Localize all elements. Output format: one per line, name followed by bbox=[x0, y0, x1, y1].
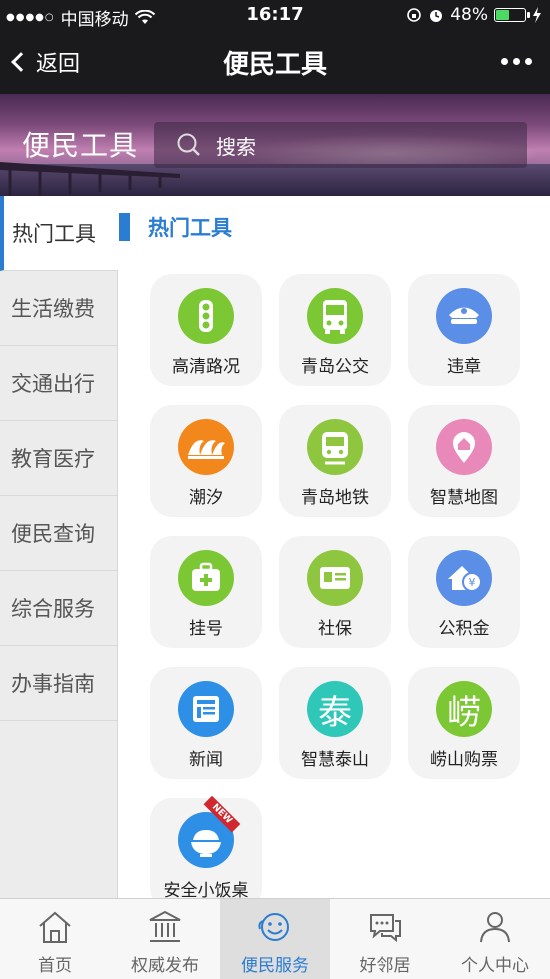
tool-tile-social-security[interactable]: 社保 bbox=[279, 536, 391, 648]
tab-public-services[interactable]: 便民服务 bbox=[220, 899, 330, 979]
sidebar-item-label: 生活缴费 bbox=[11, 297, 95, 321]
medical-kit-icon bbox=[178, 550, 234, 606]
tab-label: 便民服务 bbox=[241, 956, 309, 976]
tool-label: 公积金 bbox=[438, 619, 490, 639]
rice-bowl-icon: NEW bbox=[178, 795, 241, 868]
sidebar-item-label: 办事指南 bbox=[11, 672, 95, 696]
sidebar-item-label: 交通出行 bbox=[11, 372, 95, 396]
tool-tile-register[interactable]: 挂号 bbox=[150, 536, 262, 648]
tool-label: 社保 bbox=[318, 619, 352, 639]
charging-icon bbox=[533, 7, 541, 23]
tool-tile-safe-meal-table[interactable]: NEW 安全小饭桌 bbox=[150, 795, 262, 910]
search-icon bbox=[177, 133, 200, 156]
tab-good-neighbors[interactable]: 好邻居 bbox=[330, 899, 440, 979]
tab-label: 首页 bbox=[38, 956, 72, 976]
page-title: 便民工具 bbox=[222, 50, 327, 80]
nav-bar: 返回 便民工具 bbox=[0, 30, 550, 94]
section-accent-bar bbox=[119, 213, 130, 241]
tab-home[interactable]: 首页 bbox=[0, 899, 110, 979]
battery-level bbox=[496, 10, 509, 20]
traffic-light-icon bbox=[178, 288, 234, 344]
tool-tile-housing-fund[interactable]: ¥ 公积金 bbox=[408, 536, 520, 648]
tool-tile-tide[interactable]: 潮汐 bbox=[150, 405, 262, 517]
tai-glyph-icon: 泰 bbox=[307, 681, 363, 737]
sidebar-item-label: 教育医疗 bbox=[11, 447, 95, 471]
orientation-lock-icon bbox=[407, 8, 422, 22]
sidebar-item-living-payment[interactable]: 生活缴费 bbox=[0, 271, 117, 346]
tools-panel: 热门工具 高清路况 青岛公交 违章 潮汐 青岛地铁 智慧地图 挂号 社保 ¥ 公… bbox=[119, 196, 550, 910]
tool-tile-violation[interactable]: 违章 bbox=[408, 274, 520, 386]
tool-tile-traffic[interactable]: 高清路况 bbox=[150, 274, 262, 386]
tool-label: 青岛地铁 bbox=[301, 488, 369, 508]
tab-label: 好邻居 bbox=[359, 956, 411, 976]
category-sidebar: 热门工具 生活缴费 交通出行 教育医疗 便民查询 综合服务 办事指南 bbox=[0, 196, 118, 898]
tool-label: 潮汐 bbox=[189, 488, 223, 508]
wave-icon bbox=[178, 419, 234, 475]
tool-label: 高清路况 bbox=[172, 357, 240, 377]
svg-text:¥: ¥ bbox=[469, 576, 476, 589]
banner-title: 便民工具 bbox=[22, 129, 139, 162]
map-pin-icon bbox=[436, 419, 492, 475]
battery-percent: 48% bbox=[450, 5, 488, 25]
government-building-icon bbox=[149, 910, 181, 942]
sidebar-item-guide[interactable]: 办事指南 bbox=[0, 646, 117, 721]
tab-label: 个人中心 bbox=[461, 956, 529, 976]
police-cap-icon bbox=[436, 288, 492, 344]
tool-tile-laoshan-tickets[interactable]: 崂 崂山购票 bbox=[408, 667, 520, 779]
newspaper-icon bbox=[178, 681, 234, 737]
tai-glyph: 泰 bbox=[318, 692, 352, 733]
tool-label: 智慧地图 bbox=[430, 488, 498, 508]
tool-tile-smart-map[interactable]: 智慧地图 bbox=[408, 405, 520, 517]
sidebar-item-label: 热门工具 bbox=[12, 222, 96, 246]
tool-label: 智慧泰山 bbox=[301, 750, 369, 770]
sidebar-item-transport[interactable]: 交通出行 bbox=[0, 346, 117, 421]
more-dot-icon bbox=[513, 58, 520, 65]
id-card-icon bbox=[307, 550, 363, 606]
more-options-button[interactable] bbox=[501, 58, 532, 65]
smile-service-icon bbox=[258, 913, 289, 941]
tab-label: 权威发布 bbox=[131, 956, 199, 976]
sidebar-item-public-query[interactable]: 便民查询 bbox=[0, 496, 117, 571]
sidebar-item-education-medical[interactable]: 教育医疗 bbox=[0, 421, 117, 496]
bottom-tab-bar: 首页 权威发布 便民服务 好邻居 个人中心 bbox=[0, 898, 550, 979]
house-fund-icon: ¥ bbox=[436, 550, 492, 606]
search-input[interactable]: 搜索 bbox=[154, 122, 527, 168]
sidebar-item-label: 综合服务 bbox=[11, 597, 95, 621]
tool-label: 挂号 bbox=[189, 619, 223, 639]
sidebar-item-label: 便民查询 bbox=[11, 522, 95, 546]
search-placeholder: 搜索 bbox=[216, 134, 256, 159]
tab-profile[interactable]: 个人中心 bbox=[440, 899, 550, 979]
lao-glyph-icon: 崂 bbox=[436, 681, 492, 737]
tool-tile-bus[interactable]: 青岛公交 bbox=[279, 274, 391, 386]
tool-tile-smart-taishan[interactable]: 泰 智慧泰山 bbox=[279, 667, 391, 779]
battery-icon bbox=[494, 8, 530, 22]
tool-label: 违章 bbox=[447, 357, 481, 377]
more-dot-icon bbox=[525, 58, 532, 65]
tool-label: 新闻 bbox=[189, 750, 223, 770]
status-right: 48% bbox=[406, 5, 542, 25]
tool-label: 青岛公交 bbox=[301, 357, 369, 377]
tab-official-news[interactable]: 权威发布 bbox=[110, 899, 220, 979]
tool-tile-metro[interactable]: 青岛地铁 bbox=[279, 405, 391, 517]
status-bar: ●●●●○ 中国移动 16:17 48% bbox=[0, 0, 550, 30]
metro-icon bbox=[307, 419, 363, 475]
sidebar-item-general-services[interactable]: 综合服务 bbox=[0, 571, 117, 646]
sidebar-item-hot-tools[interactable]: 热门工具 bbox=[0, 196, 118, 271]
alarm-icon bbox=[430, 10, 443, 22]
tool-label: 崂山购票 bbox=[430, 750, 498, 770]
section-header: 热门工具 bbox=[119, 212, 232, 242]
bus-icon bbox=[307, 288, 363, 344]
person-icon bbox=[480, 912, 510, 943]
tool-tile-news[interactable]: 新闻 bbox=[150, 667, 262, 779]
more-dot-icon bbox=[501, 58, 508, 65]
banner: 便民工具 搜索 bbox=[0, 94, 550, 196]
lao-glyph: 崂 bbox=[447, 692, 481, 733]
home-icon bbox=[39, 911, 71, 943]
section-title: 热门工具 bbox=[148, 216, 232, 240]
chat-bubbles-icon bbox=[370, 914, 401, 943]
